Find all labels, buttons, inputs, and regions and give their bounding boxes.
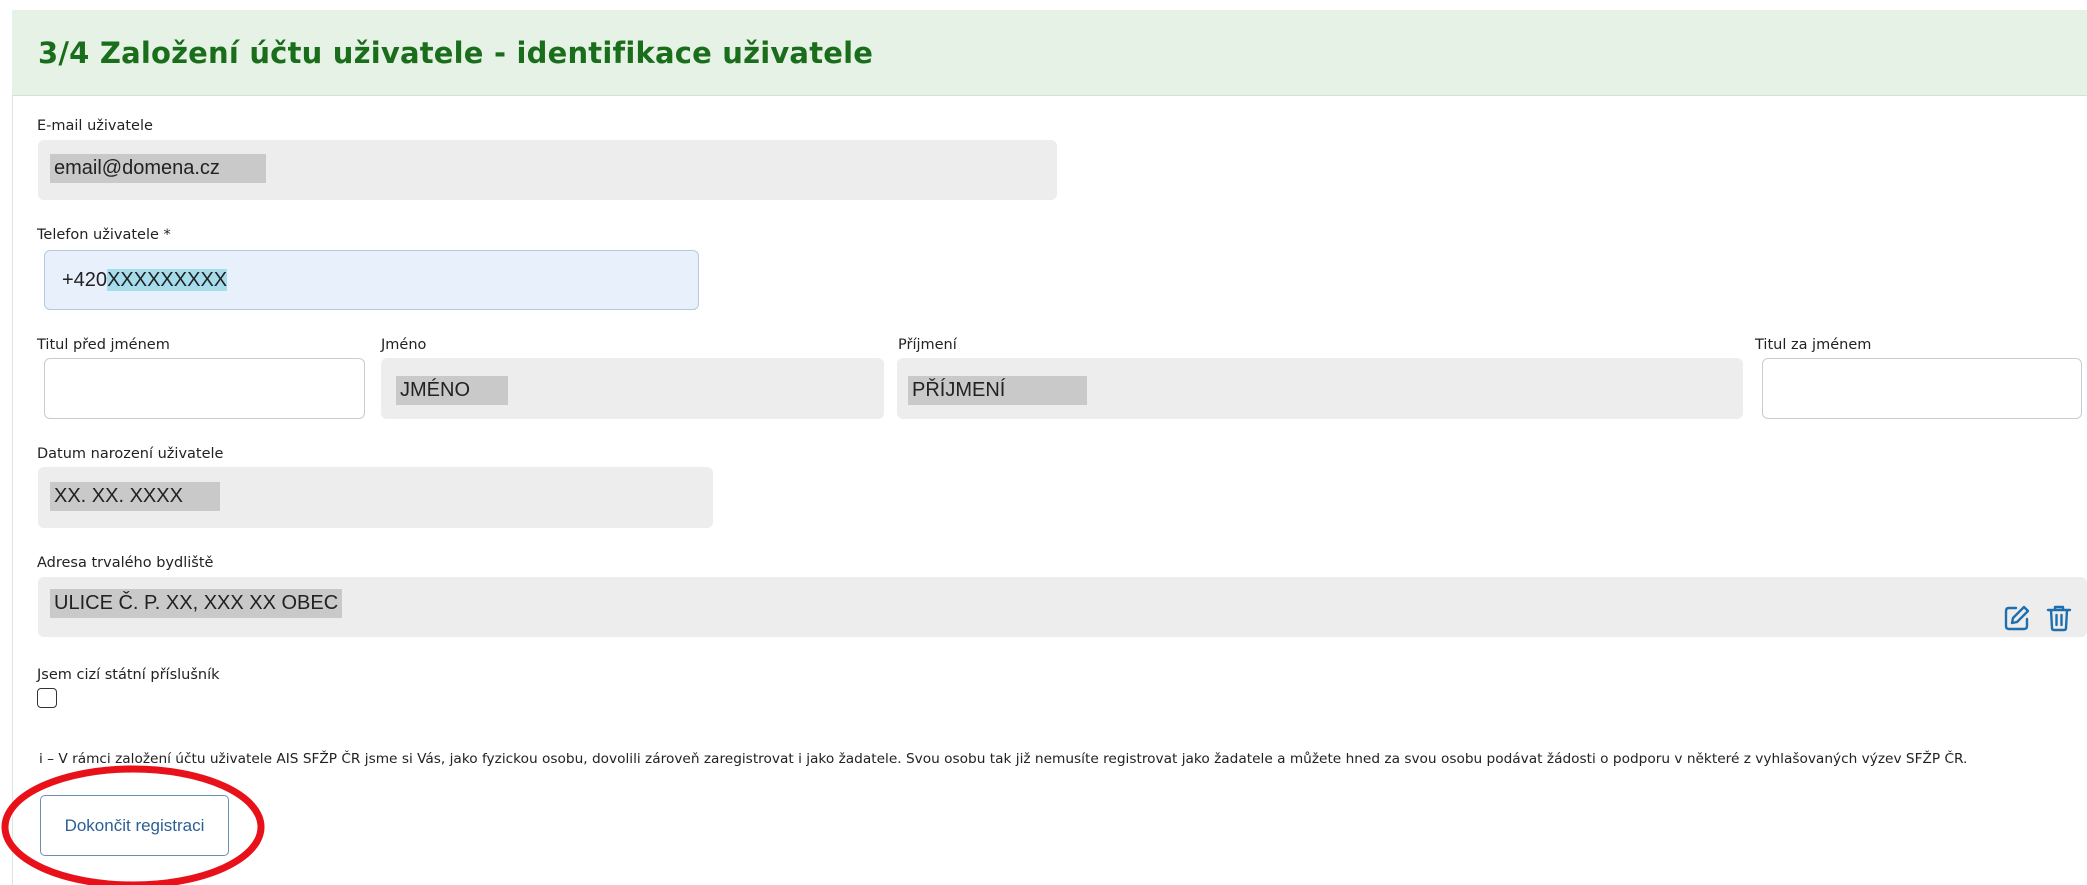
first-name-value: JMÉNO [396,376,508,405]
info-text: i – V rámci založení účtu uživatele AIS … [39,751,1968,767]
birth-date-value: XX. XX. XXXX [50,482,220,511]
last-name-field[interactable]: PŘÍJMENÍ [897,358,1743,419]
email-label: E-mail uživatele [37,118,153,134]
birth-date-field[interactable]: XX. XX. XXXX [38,467,713,528]
title-before-label: Titul před jménem [37,337,170,353]
finish-registration-button[interactable]: Dokončit registraci [40,795,229,856]
address-field: ULICE Č. P. XX, XXX XX OBEC [38,577,2087,637]
phone-label: Telefon uživatele * [37,227,171,243]
last-name-label: Příjmení [898,337,957,353]
email-field[interactable]: email@domena.cz [38,140,1057,200]
form-header: 3/4 Založení účtu uživatele - identifika… [12,10,2087,96]
birth-date-label: Datum narození uživatele [37,446,224,462]
title-before-input[interactable] [44,358,365,419]
phone-prefix: +420 [62,269,108,291]
email-value: email@domena.cz [50,154,266,183]
last-name-value: PŘÍJMENÍ [908,376,1087,405]
first-name-label: Jméno [381,337,427,353]
page-title: 3/4 Založení účtu uživatele - identifika… [38,36,874,70]
first-name-field[interactable]: JMÉNO [381,358,884,419]
phone-number-selected: XXXXXXXXX [107,269,228,291]
phone-value: +420XXXXXXXXX [62,268,228,293]
foreigner-label: Jsem cizí státní příslušník [37,667,220,683]
title-after-label: Titul za jménem [1755,337,1872,353]
address-value: ULICE Č. P. XX, XXX XX OBEC [50,589,342,618]
title-after-input[interactable] [1762,358,2082,419]
foreigner-checkbox[interactable] [37,688,57,708]
edit-icon[interactable] [2003,604,2031,632]
trash-icon[interactable] [2046,604,2072,632]
address-label: Adresa trvalého bydliště [37,555,214,571]
